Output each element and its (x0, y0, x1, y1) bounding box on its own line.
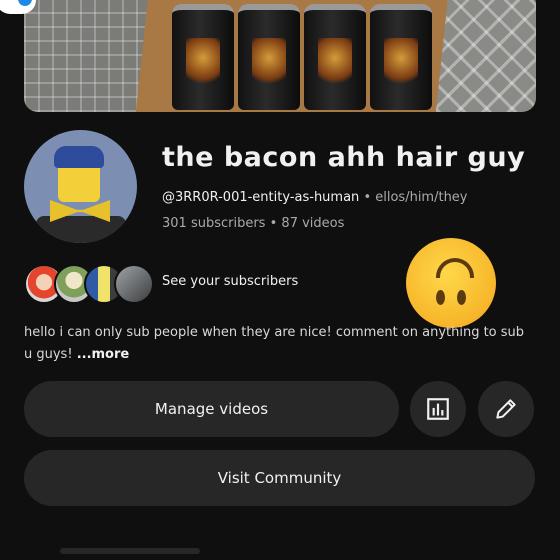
pencil-icon (496, 399, 516, 419)
see-subscribers-row[interactable]: See your subscribers (24, 262, 324, 304)
tab-strip-partial (60, 548, 200, 554)
meta-separator: • (363, 190, 372, 205)
manage-videos-button[interactable]: Manage videos (24, 381, 399, 437)
emoji-eye (457, 290, 466, 305)
channel-handle[interactable]: @3RR0R-001-entity-as-human (162, 190, 359, 205)
channel-description[interactable]: hello i can only sub people when they ar… (24, 322, 534, 366)
edit-channel-button[interactable] (478, 381, 534, 437)
banner-can (238, 4, 300, 110)
channel-stats-line: 301 subscribers • 87 videos (162, 216, 344, 231)
meta-separator: • (269, 216, 278, 231)
visit-community-label: Visit Community (217, 469, 342, 487)
channel-avatar[interactable] (24, 130, 137, 243)
bar-chart-icon (427, 398, 449, 420)
channel-handle-line[interactable]: @3RR0R-001-entity-as-human • ellos/him/t… (162, 190, 468, 205)
more-link[interactable]: ...more (77, 347, 130, 362)
video-count: 87 videos (281, 216, 345, 231)
banner-can (172, 4, 234, 110)
avatar-hat (54, 146, 104, 168)
channel-banner[interactable] (24, 0, 536, 112)
manage-videos-label: Manage videos (154, 400, 269, 418)
banner-can (370, 4, 432, 110)
subscriber-count: 301 subscribers (162, 216, 266, 231)
see-subscribers-link[interactable]: See your subscribers (162, 274, 298, 289)
avatar-body (36, 216, 126, 243)
banner-can (304, 4, 366, 110)
analytics-button[interactable] (410, 381, 466, 437)
emoji-eye (436, 290, 445, 305)
subscriber-avatar (114, 264, 154, 304)
upside-down-face-icon (406, 238, 496, 328)
emoji-mouth (436, 258, 474, 278)
visit-community-button[interactable]: Visit Community (24, 450, 535, 506)
channel-name: the bacon ahh hair guy (162, 142, 526, 173)
channel-pronouns: ellos/him/they (375, 190, 468, 205)
